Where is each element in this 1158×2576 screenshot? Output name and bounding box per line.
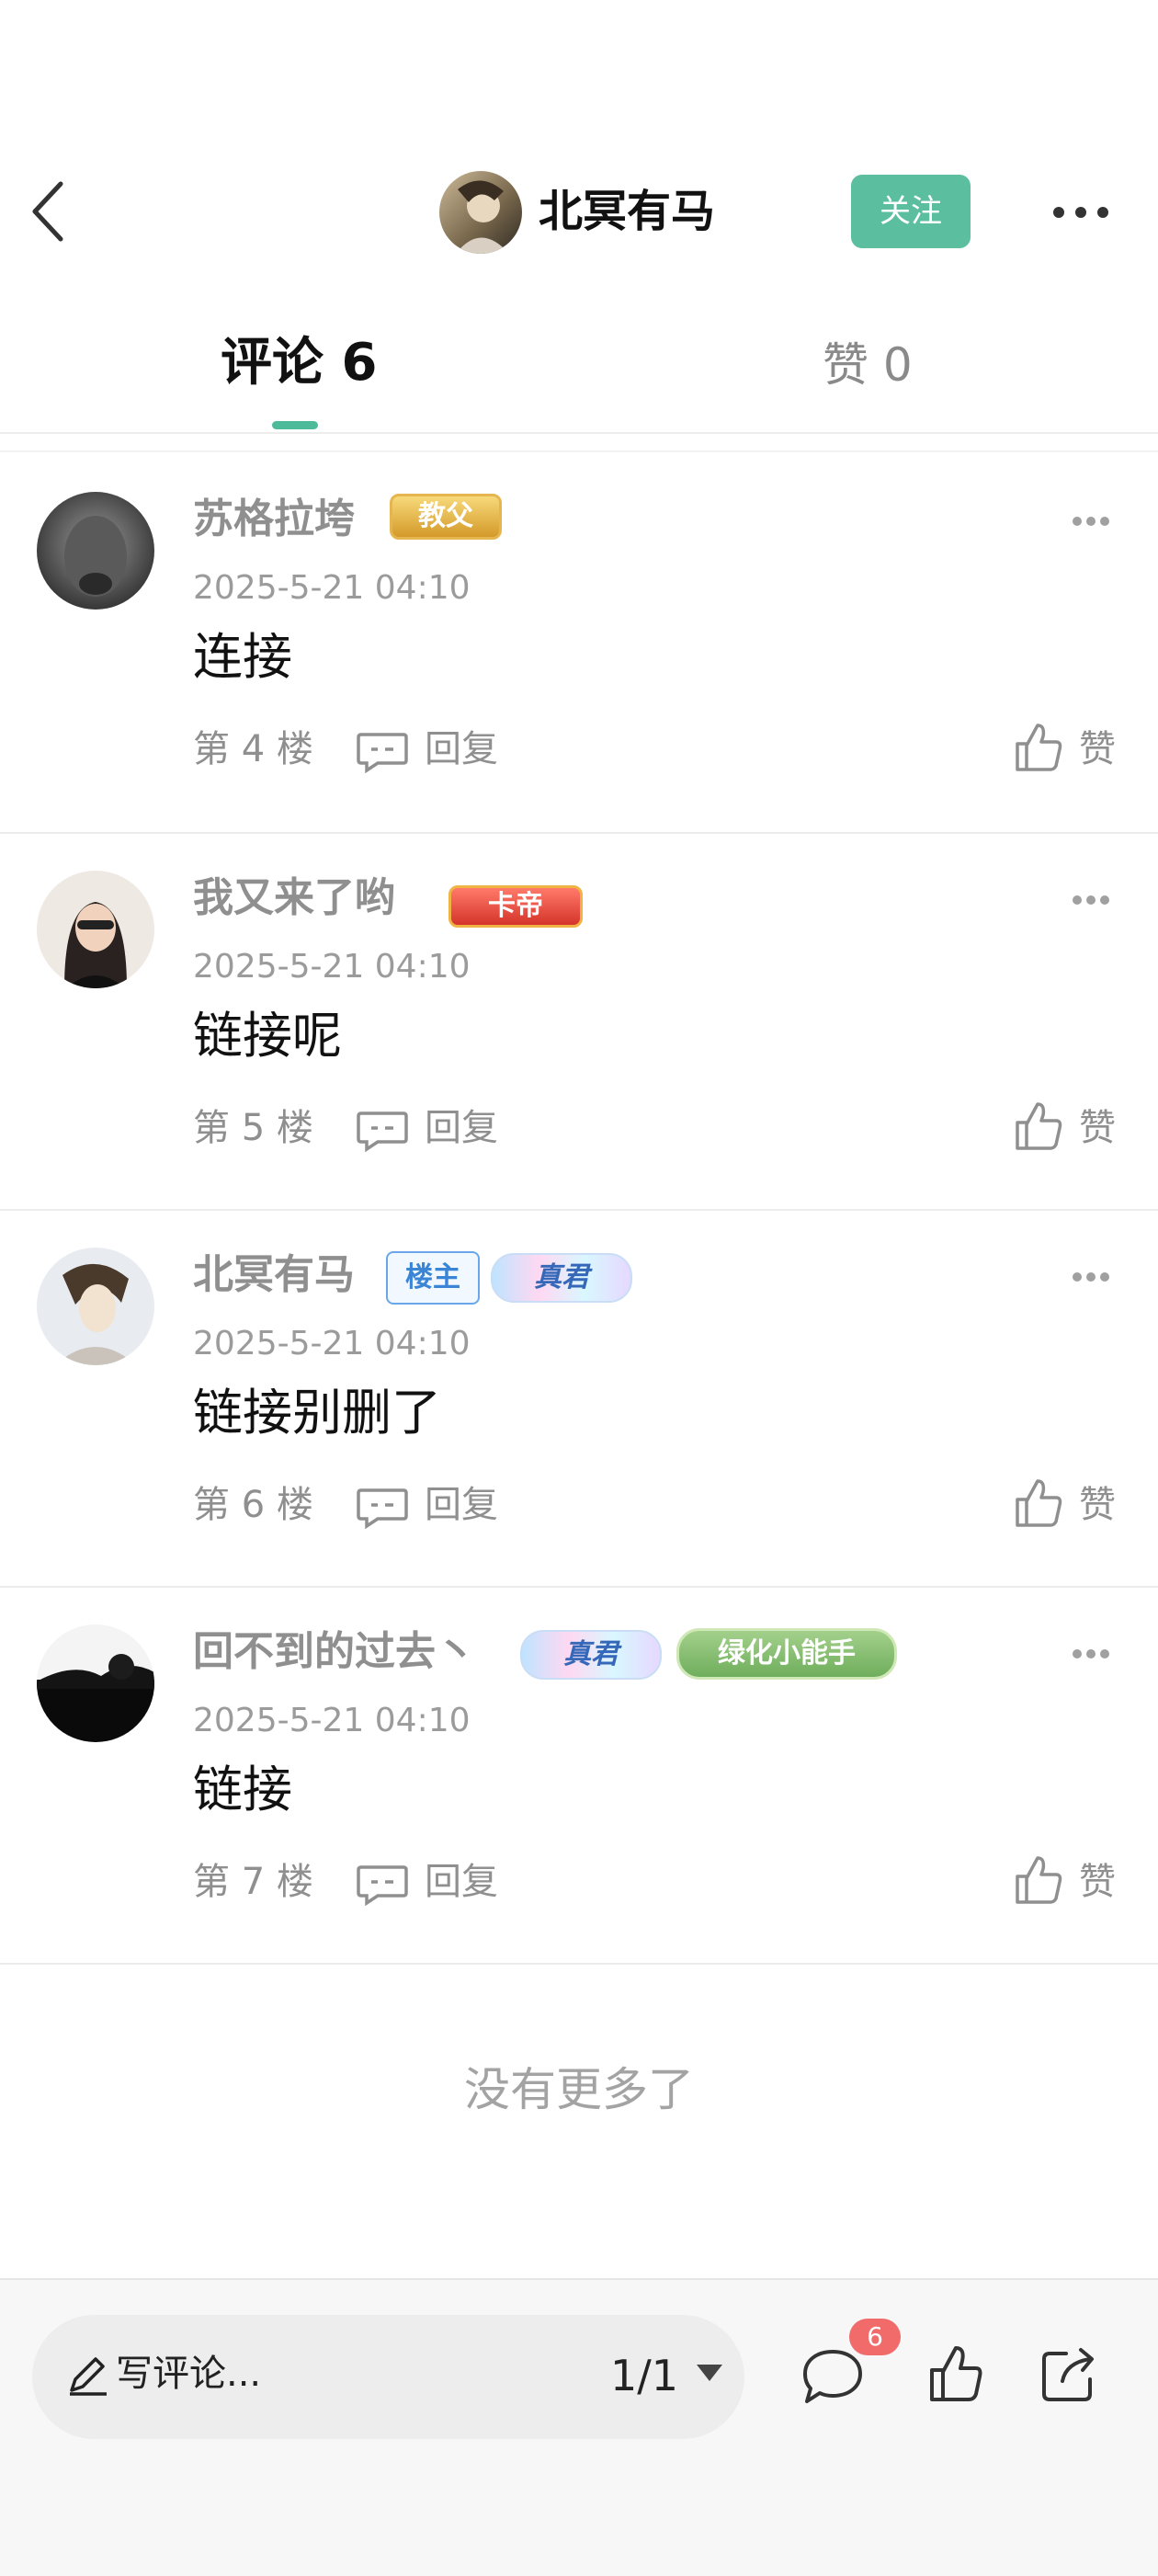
user-badge: 卡帝 — [448, 885, 583, 928]
comment-item: 我又来了哟 卡帝 2025-5-21 04:10 链接呢 第 5 楼 回复 赞 — [0, 834, 1158, 1211]
comment-item: 回不到的过去丶 真君 绿化小能手 2025-5-21 04:10 链接 第 7 … — [0, 1588, 1158, 1965]
comment-more-icon[interactable] — [1072, 1648, 1110, 1659]
like-icon[interactable] — [1014, 1477, 1063, 1529]
share-icon[interactable] — [1039, 2344, 1099, 2405]
timestamp: 2025-5-21 04:10 — [193, 569, 471, 607]
comment-count-badge: 6 — [849, 2319, 901, 2355]
reply-icon[interactable] — [356, 1864, 409, 1906]
page-indicator[interactable]: 1/1 — [610, 2346, 678, 2405]
user-badge: 真君 — [491, 1253, 632, 1303]
section-divider — [0, 450, 1158, 452]
reply-button[interactable]: 回复 — [425, 1477, 498, 1533]
more-options-icon[interactable] — [1052, 206, 1109, 219]
reply-icon[interactable] — [356, 731, 409, 773]
comment-text: 链接呢 — [193, 1007, 342, 1065]
tab-comments[interactable]: 评论 6 — [221, 331, 377, 395]
username[interactable]: 回不到的过去丶 — [193, 1623, 476, 1681]
user-badge: 教父 — [390, 494, 502, 540]
reply-button[interactable]: 回复 — [425, 1854, 498, 1909]
comment-item: 苏格拉垮 教父 2025-5-21 04:10 连接 第 4 楼 回复 赞 — [0, 455, 1158, 832]
end-of-list-text: 没有更多了 — [464, 2063, 694, 2116]
avatar[interactable] — [37, 1248, 154, 1365]
username[interactable]: 北冥有马 — [193, 1246, 355, 1305]
timestamp: 2025-5-21 04:10 — [193, 948, 471, 986]
comment-input-placeholder[interactable]: 写评论... — [116, 2346, 261, 2401]
author-name[interactable]: 北冥有马 — [539, 182, 715, 241]
dropdown-triangle-icon[interactable] — [695, 2363, 724, 2383]
floor-number: 第 7 楼 — [193, 1861, 313, 1903]
floor-number: 第 5 楼 — [193, 1107, 313, 1149]
user-badge: 绿化小能手 — [676, 1628, 897, 1680]
comment-divider — [0, 1963, 1158, 1965]
floor-number: 第 4 楼 — [193, 728, 313, 770]
username[interactable]: 我又来了哟 — [193, 869, 395, 928]
host-badge: 楼主 — [386, 1251, 480, 1305]
comment-more-icon[interactable] — [1072, 516, 1110, 527]
comment-more-icon[interactable] — [1072, 895, 1110, 906]
pen-icon — [70, 2357, 107, 2396]
like-button[interactable]: 赞 — [1079, 722, 1116, 777]
username[interactable]: 苏格拉垮 — [193, 490, 355, 549]
like-icon[interactable] — [1014, 1854, 1063, 1906]
user-badge: 真君 — [520, 1630, 662, 1680]
floor-number: 第 6 楼 — [193, 1484, 313, 1526]
avatar[interactable] — [37, 871, 154, 988]
reply-icon[interactable] — [356, 1487, 409, 1529]
timestamp: 2025-5-21 04:10 — [193, 1702, 471, 1739]
tab-likes[interactable]: 赞 0 — [823, 333, 913, 397]
like-button[interactable]: 赞 — [1079, 1477, 1116, 1533]
like-post-icon[interactable] — [928, 2344, 983, 2403]
comment-text: 链接别删了 — [193, 1384, 441, 1442]
avatar[interactable] — [37, 1624, 154, 1742]
comment-text: 连接 — [193, 628, 292, 686]
like-icon[interactable] — [1014, 1100, 1063, 1152]
like-icon[interactable] — [1014, 722, 1063, 773]
reply-button[interactable]: 回复 — [425, 722, 498, 777]
tab-divider — [0, 432, 1158, 434]
back-icon[interactable] — [28, 175, 74, 248]
comment-text: 链接 — [193, 1761, 292, 1818]
avatar[interactable] — [37, 492, 154, 610]
reply-icon[interactable] — [356, 1110, 409, 1152]
timestamp: 2025-5-21 04:10 — [193, 1325, 471, 1362]
active-tab-indicator — [272, 421, 318, 429]
like-button[interactable]: 赞 — [1079, 1854, 1116, 1909]
comment-item: 北冥有马 楼主 真君 2025-5-21 04:10 链接别删了 第 6 楼 回… — [0, 1211, 1158, 1588]
reply-button[interactable]: 回复 — [425, 1100, 498, 1156]
like-button[interactable]: 赞 — [1079, 1100, 1116, 1156]
comment-more-icon[interactable] — [1072, 1271, 1110, 1282]
author-avatar[interactable] — [439, 171, 522, 254]
follow-button[interactable]: 关注 — [851, 175, 971, 248]
comments-icon[interactable] — [800, 2346, 866, 2407]
